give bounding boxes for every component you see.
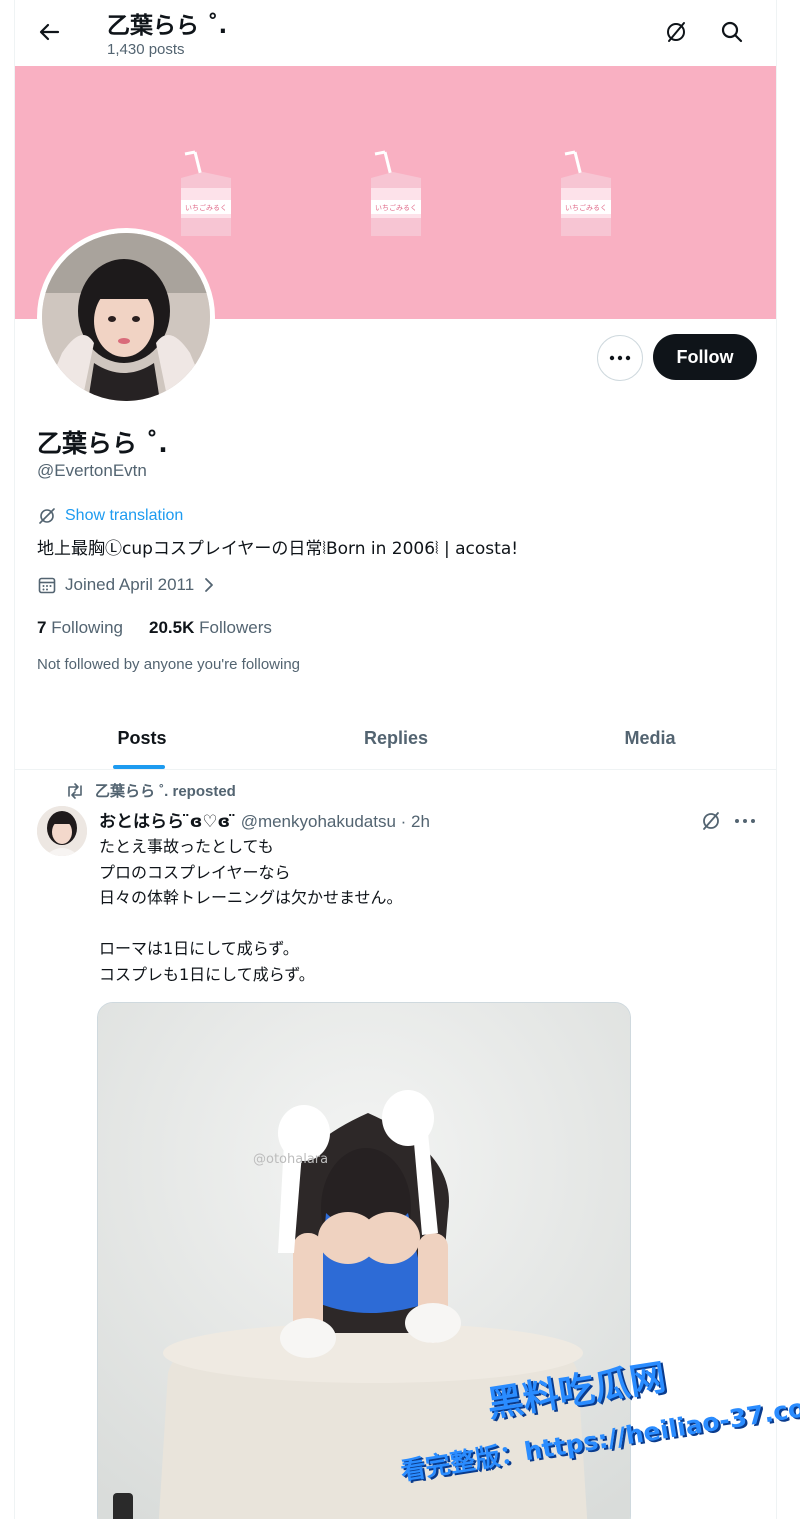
ellipsis-icon [609,355,631,361]
tab-media[interactable]: Media [523,706,777,770]
followers-link[interactable]: 20.5K Followers [149,618,272,638]
post-text: たとえ事故ったとしても プロのコスプレイヤーなら 日々の体幹トレーニングは欠かせ… [99,834,403,987]
svg-text:いちごみるく: いちごみるく [375,203,417,212]
post-more-icon[interactable] [730,806,760,836]
post-time[interactable]: · 2h [401,812,430,831]
show-translation-label[interactable]: Show translation [65,507,183,525]
header-display-name: 乙葉らら ˚. [107,13,228,39]
translate-icon[interactable] [660,16,692,48]
more-options-button[interactable] [597,335,643,381]
profile-avatar[interactable] [37,228,215,406]
translate-post-icon[interactable] [696,806,726,836]
post-text-line: ローマは1日にして成らず。 [99,939,299,958]
back-arrow-icon[interactable] [33,16,65,48]
post-text-line [99,911,403,937]
active-tab-indicator [113,765,165,769]
followers-label: Followers [199,618,272,637]
translate-icon [39,508,55,524]
search-icon[interactable] [716,16,748,48]
show-translation-link[interactable]: Show translation [37,506,183,526]
profile-handle: @EvertonEvtn [37,461,147,480]
header-post-count: 1,430 posts [107,41,185,58]
following-label: Following [51,618,124,637]
post-author-handle[interactable]: @menkyohakudatsu [241,812,396,831]
post-header: おとはらら ̈ɞ♡ɞ ̈ @menkyohakudatsu · 2h [99,807,430,832]
following-link[interactable]: 7 Following [37,618,123,638]
top-header: 乙葉らら ˚. 1,430 posts [15,0,776,66]
tab-replies-label: Replies [363,727,429,748]
tab-media-label: Media [624,727,676,748]
post-author-avatar[interactable] [37,806,87,856]
tab-posts[interactable]: Posts [15,706,269,770]
profile-bio: 地上最胸Ⓛcupコスプレイヤーの日常⦚Born in 2006⦚ | acost… [37,539,519,559]
joined-date: Joined April 2011 [37,575,216,595]
post-text-line: コスプレも1日にして成らず。 [99,964,315,984]
repost-label: 乙葉らら ˚. reposted [95,783,236,800]
follow-stats: 7 Following 20.5K Followers [37,618,272,638]
profile-column: 乙葉らら ˚. 1,430 posts いちごみるく いちごみるく いちごみるく… [14,0,777,1519]
svg-text:いちごみるく: いちごみるく [565,203,607,212]
media-watermark: @otohalara [253,1152,328,1167]
milk-carton-illustration: いちごみるく [175,148,237,240]
repost-icon [68,782,82,799]
svg-text:いちごみるく: いちごみるく [185,203,227,212]
following-count: 7 [37,618,47,637]
profile-tabs: Posts Replies Media [15,706,776,770]
post-text-line: プロのコスプレイヤーなら [99,862,291,882]
milk-carton-illustration: いちごみるく [365,148,427,240]
post-text-line: たとえ事故ったとしても [99,837,274,856]
tab-replies[interactable]: Replies [269,706,523,770]
profile-display-name: 乙葉らら ˚. [37,429,168,458]
milk-carton-illustration: いちごみるく [555,148,617,240]
calendar-icon [38,577,56,594]
post-author-name[interactable]: おとはらら ̈ɞ♡ɞ ̈ [99,812,236,832]
tab-posts-label: Posts [117,727,167,748]
followers-count: 20.5K [149,618,195,637]
not-followed-note: Not followed by anyone you're following [37,656,301,673]
chevron-right-icon[interactable] [202,576,216,594]
repost-indicator[interactable]: 乙葉らら ˚. reposted [65,780,236,801]
joined-label: Joined April 2011 [65,575,195,594]
post-text-line: 日々の体幹トレーニングは欠かせません。 [99,888,403,907]
follow-button[interactable]: Follow [653,334,757,380]
